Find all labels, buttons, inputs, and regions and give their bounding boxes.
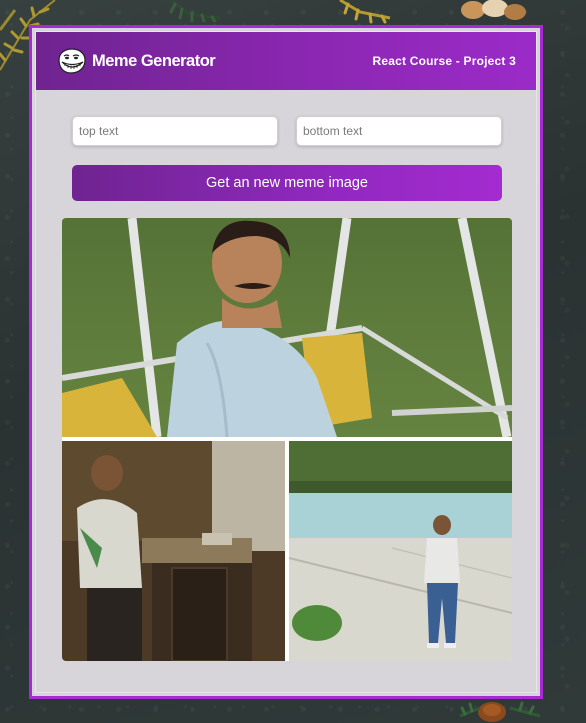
get-meme-button[interactable]: Get an new meme image: [72, 165, 502, 201]
brand: Meme Generator: [56, 48, 216, 74]
bottom-text-input[interactable]: [296, 116, 502, 146]
meme-generator-card: Meme Generator React Course - Project 3 …: [29, 25, 543, 699]
meme-panel-bottom-left: [62, 441, 285, 661]
app-header: Meme Generator React Course - Project 3: [36, 32, 536, 90]
meme-image: [62, 218, 512, 661]
app-title: Meme Generator: [92, 51, 216, 70]
caption-inputs: [72, 116, 536, 146]
header-subtitle: React Course - Project 3: [372, 54, 516, 68]
meme-form: Get an new meme image: [36, 90, 536, 201]
pine-cone-decoration: [459, 701, 541, 722]
pine-branch-decoration: [339, 0, 391, 24]
pine-branch-decoration: [169, 0, 220, 22]
card-body: Meme Generator React Course - Project 3 …: [35, 31, 537, 693]
meme-image-panels: [62, 218, 512, 661]
meme-panel-top: [62, 218, 512, 438]
nuts-decoration: [461, 0, 526, 20]
troll-face-icon: [58, 48, 86, 74]
top-text-input[interactable]: [72, 116, 278, 146]
meme-panel-bottom-right: [288, 441, 512, 661]
